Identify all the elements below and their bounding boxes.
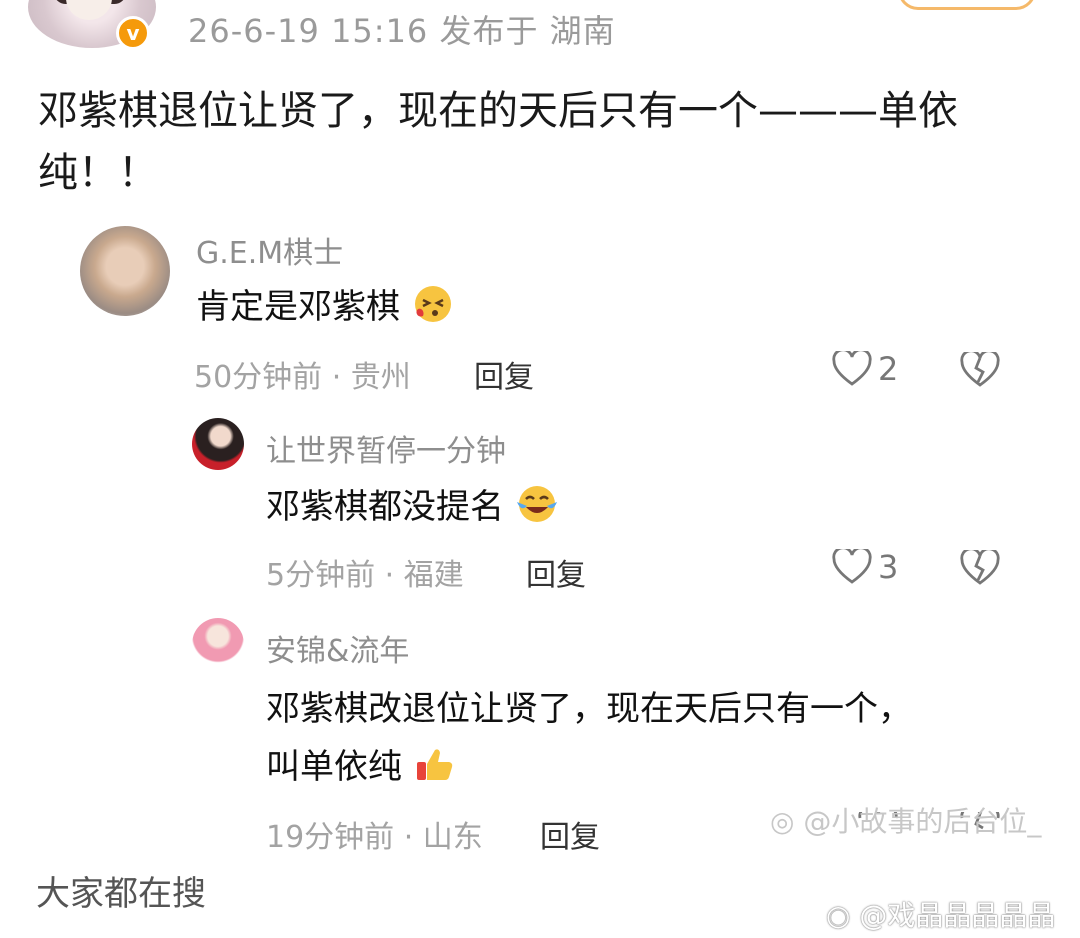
reply-button[interactable]: 回复 — [474, 352, 534, 396]
v-badge-icon: v — [116, 16, 150, 50]
thumbs-up-emoji — [413, 744, 457, 784]
kiss-face-emoji — [411, 284, 455, 324]
crying-laughing-emoji — [515, 484, 559, 524]
broken-heart-icon[interactable] — [960, 352, 1000, 388]
broken-heart-icon[interactable] — [960, 550, 1000, 586]
heart-icon — [832, 549, 872, 585]
follow-button[interactable] — [898, 0, 1036, 10]
comment-avatar[interactable] — [80, 226, 170, 316]
comment-text: 邓紫棋都没提名 — [266, 478, 559, 536]
section-title: 大家都在搜 — [36, 874, 206, 914]
comment-meta: 19分钟前 · 山东 — [266, 820, 483, 855]
comment-meta: 5分钟前 · 福建 — [266, 558, 464, 593]
comment-username[interactable]: G.E.M棋士 — [196, 228, 343, 272]
like-count: 3 — [878, 548, 899, 586]
reply-button[interactable]: 回复 — [540, 812, 600, 856]
comment-username[interactable]: 让世界暂停一分钟 — [266, 426, 506, 470]
comment-text: 肯定是邓紫棋 — [196, 278, 455, 336]
comment-username[interactable]: 安锦&流年 — [266, 626, 409, 670]
heart-icon — [832, 351, 872, 387]
like-count: 2 — [878, 350, 899, 388]
comment-avatar[interactable] — [192, 618, 244, 670]
post-text: 邓紫棋退位让贤了，现在的天后只有一个———单依纯！！ — [38, 88, 958, 196]
like-button[interactable]: 2 — [832, 350, 898, 388]
comment-meta: 50分钟前 · 贵州 — [194, 360, 411, 395]
weibo-logo-icon: ◎ — [770, 805, 795, 838]
post-meta: 26-6-19 15:16 发布于 湖南 — [188, 12, 616, 50]
comment-avatar[interactable] — [192, 418, 244, 470]
reply-button[interactable]: 回复 — [526, 550, 586, 594]
like-button[interactable]: 3 — [832, 548, 898, 586]
comment-text: 邓紫棋改退位让贤了，现在天后只有一个， 叫单依纯 — [266, 689, 912, 787]
weibo-logo-icon: ◉ — [826, 899, 851, 932]
outer-watermark: ◉ @戏晶晶晶晶晶 — [826, 899, 1056, 932]
inner-watermark: ◎ @小故事的后台位_ — [770, 805, 1042, 838]
